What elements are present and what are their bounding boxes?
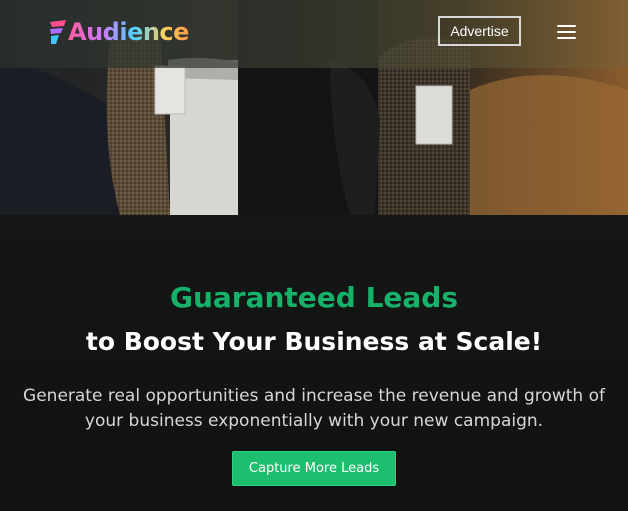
hero-subheadline: to Boost Your Business at Scale! [85, 327, 543, 356]
hero-content: Guaranteed Leads to Boost Your Business … [0, 215, 628, 511]
capture-leads-button[interactable]: Capture More Leads [232, 451, 396, 486]
logo-text: Audience [68, 18, 189, 46]
logo[interactable]: Audience [48, 14, 189, 50]
logo-mark-icon [50, 20, 66, 44]
hamburger-menu-icon[interactable] [557, 25, 576, 40]
hero-headline: Guaranteed Leads [169, 281, 459, 314]
advertise-button[interactable]: Advertise [438, 16, 521, 46]
hero-description: Generate real opportunities and increase… [23, 386, 605, 431]
site-header: Audience Advertise [0, 0, 628, 68]
